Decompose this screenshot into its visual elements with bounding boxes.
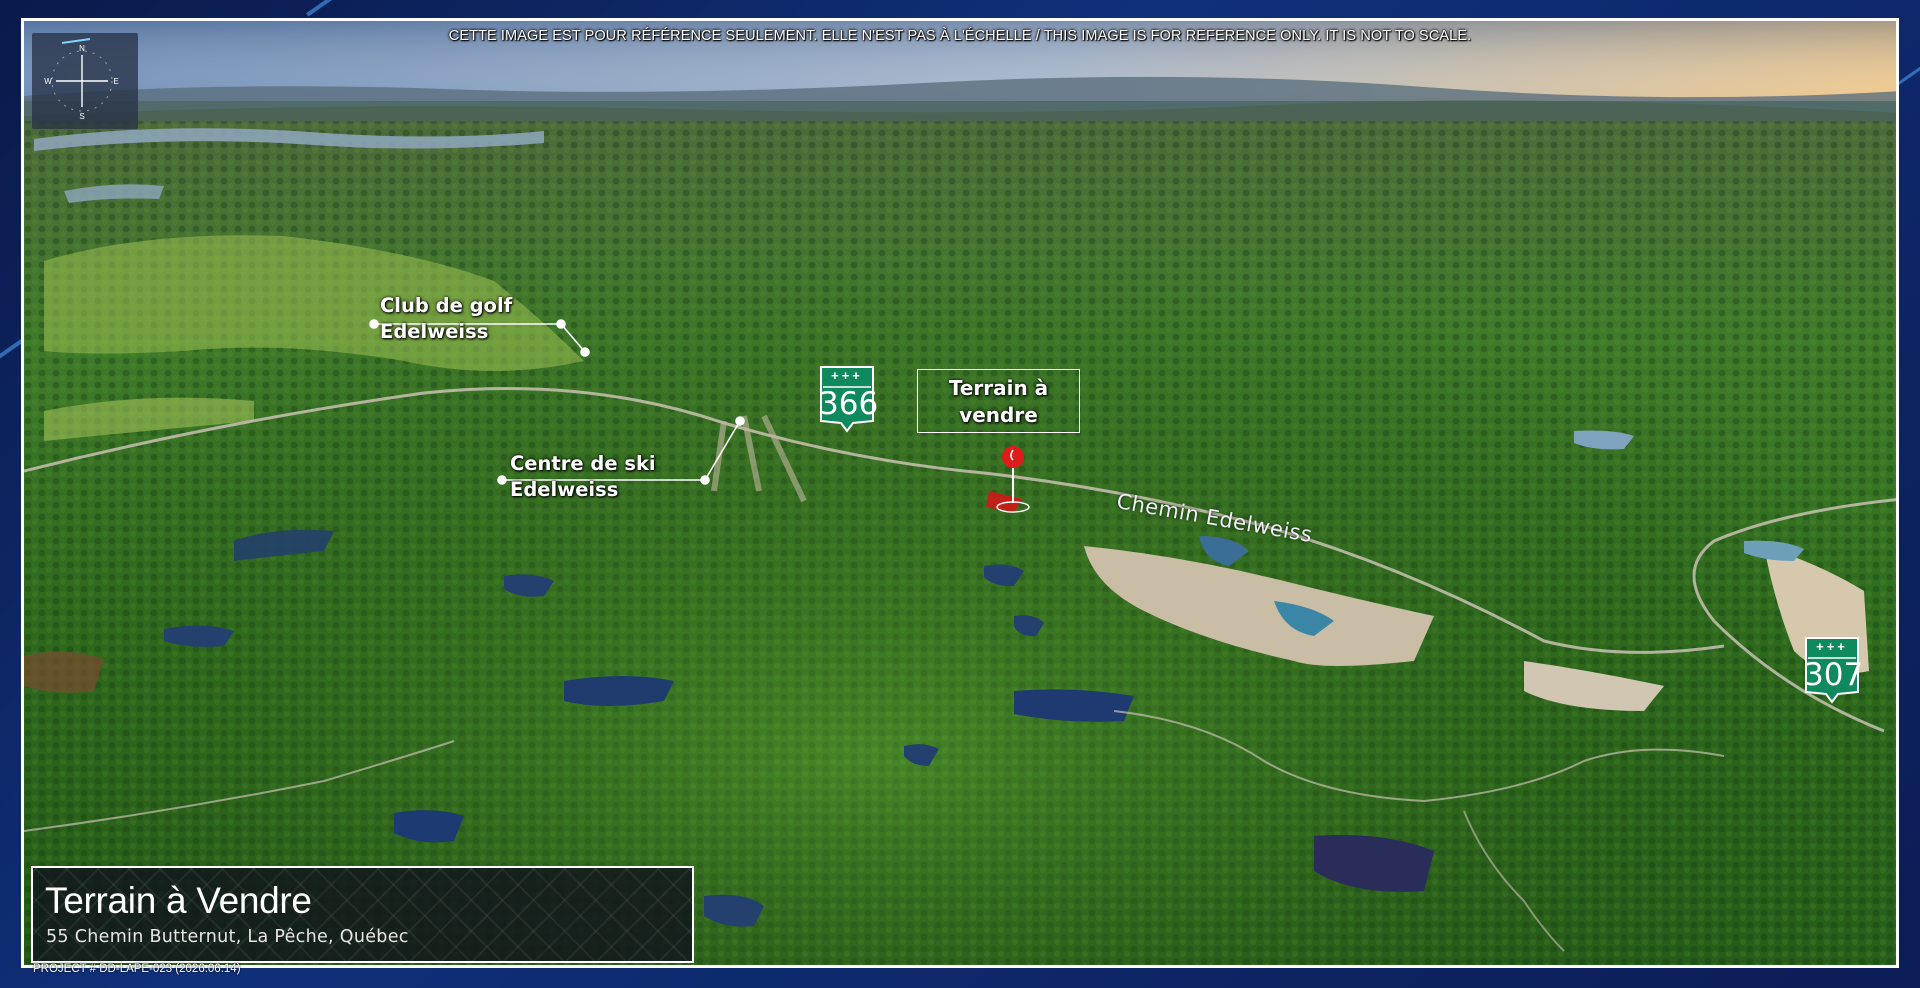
compass-icon: N S E W	[44, 38, 119, 121]
shield-crosses: +++	[1816, 639, 1848, 654]
highway-number: 366	[819, 386, 879, 422]
sale-label-line1: Terrain à	[948, 376, 1049, 400]
listing-address: 55 Chemin Butternut, La Pêche, Québec	[46, 927, 409, 947]
location-pin-icon	[996, 446, 1030, 513]
disclaimer-text: CETTE IMAGE EST POUR RÉFÉRENCE SEULEMENT…	[448, 28, 1472, 44]
golf-label-line2: Edelweiss	[380, 320, 489, 343]
ski-label-line2: Edelweiss	[510, 478, 619, 501]
aerial-map-image: CETTE IMAGE EST POUR RÉFÉRENCE SEULEMENT…	[21, 18, 1899, 968]
compass-w: W	[44, 77, 52, 86]
aerial-terrain	[24, 21, 1896, 965]
shield-crosses: +++	[831, 368, 863, 383]
compass-widget: N S E W	[32, 33, 138, 129]
golf-club-label: Club de golf Edelweiss	[380, 293, 512, 345]
highway-366-shield: +++ 366	[819, 365, 879, 435]
land-for-sale-marker-box: Terrain à vendre	[917, 369, 1080, 433]
listing-title: Terrain à Vendre	[45, 880, 312, 921]
sale-label-line2: vendre	[959, 403, 1038, 427]
golf-label-line1: Club de golf	[380, 294, 513, 317]
ski-centre-label: Centre de ski Edelweiss	[510, 451, 656, 503]
compass-e: E	[113, 77, 118, 86]
highway-number: 307	[1804, 657, 1864, 693]
compass-s: S	[79, 112, 84, 121]
title-block: Terrain à Vendre 55 Chemin Butternut, La…	[31, 866, 694, 963]
compass-n: N	[79, 44, 85, 53]
highway-307-shield: +++ 307	[1804, 636, 1864, 706]
project-reference: PROJECT # DD-LAPE-023 (2026.06.14)	[33, 963, 241, 975]
ski-label-line1: Centre de ski	[510, 452, 656, 475]
